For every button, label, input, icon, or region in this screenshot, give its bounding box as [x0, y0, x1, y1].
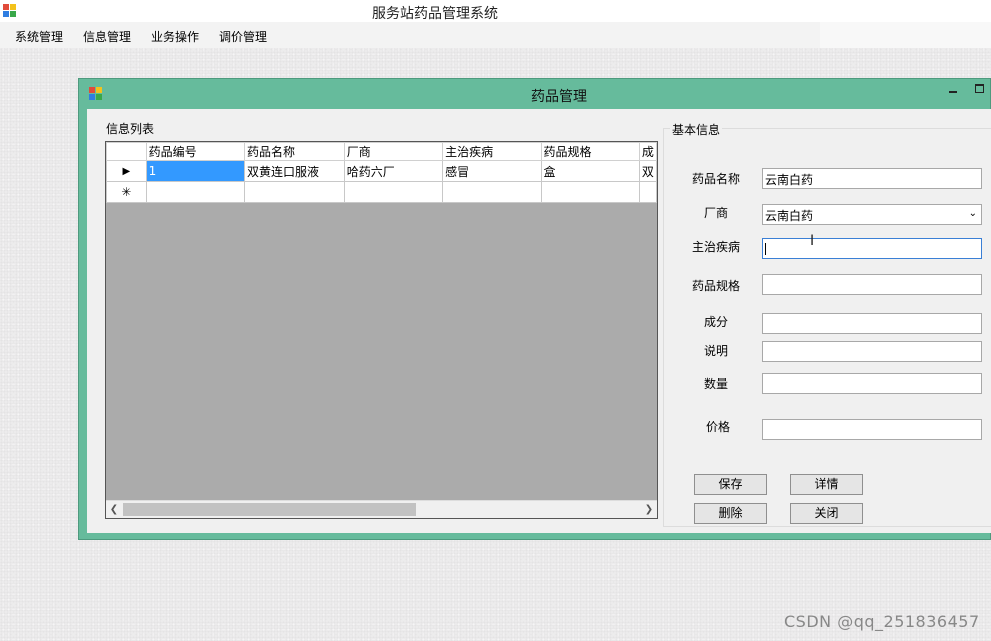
quantity-field[interactable] — [762, 373, 982, 394]
scroll-right-icon[interactable]: ❯ — [642, 503, 656, 516]
menu-bar: 系统管理 信息管理 业务操作 调价管理 — [0, 22, 820, 48]
grid-corner — [106, 142, 147, 161]
menu-price[interactable]: 调价管理 — [219, 28, 267, 45]
maximize-icon[interactable] — [975, 84, 984, 93]
menu-info[interactable]: 信息管理 — [83, 28, 131, 45]
price-label: 价格 — [706, 420, 731, 434]
main-titlebar: 服务站药品管理系统 — [0, 0, 991, 22]
ingredients-field[interactable] — [762, 313, 982, 334]
delete-button[interactable]: 删除 — [694, 503, 767, 524]
maker-select[interactable]: 云南白药 ⌄ — [762, 204, 982, 225]
chevron-down-icon[interactable]: ⌄ — [969, 208, 977, 219]
price-field[interactable] — [762, 419, 982, 440]
window-title: 药品管理 — [531, 89, 587, 105]
grid-cell[interactable]: 1 — [145, 160, 246, 182]
save-button[interactable]: 保存 — [694, 474, 767, 495]
grid-cell[interactable] — [145, 181, 246, 203]
text-caret — [765, 243, 766, 255]
spec-label: 药品规格 — [692, 279, 741, 293]
scroll-thumb[interactable] — [123, 503, 416, 516]
app-title: 服务站药品管理系统 — [372, 6, 498, 22]
grid-cell[interactable]: 双黄连口服液 — [244, 160, 345, 182]
grid-cell[interactable] — [442, 181, 542, 203]
grid-cell[interactable]: 盒 — [540, 160, 640, 182]
maker-select-value: 云南白药 — [765, 209, 814, 223]
menu-bar-extension — [820, 22, 991, 48]
spec-field[interactable] — [762, 274, 982, 295]
column-header[interactable]: 药品名称 — [244, 142, 345, 161]
table-row[interactable]: ▶ 1 双黄连口服液 哈药六厂 感冒 盒 双 — [106, 160, 657, 182]
name-field[interactable]: 云南白药 — [762, 168, 982, 189]
disease-label: 主治疾病 — [692, 240, 741, 254]
menu-system[interactable]: 系统管理 — [15, 28, 63, 45]
column-header[interactable]: 药品编号 — [145, 142, 246, 161]
table-row-new[interactable]: ✳ — [106, 181, 657, 203]
menu-business[interactable]: 业务操作 — [151, 28, 199, 45]
quantity-label: 数量 — [704, 377, 729, 391]
description-label: 说明 — [704, 344, 729, 358]
column-header[interactable]: 厂商 — [343, 142, 444, 161]
column-header[interactable]: 主治疾病 — [442, 142, 542, 161]
drug-management-window: 药品管理 信息列表 药品编号 药品名称 厂商 主治疾病 药品规格 成 ▶ 1 双… — [78, 78, 991, 540]
column-header[interactable]: 成 — [638, 142, 657, 161]
window-client-area: 信息列表 药品编号 药品名称 厂商 主治疾病 药品规格 成 ▶ 1 双黄连口服液… — [87, 109, 991, 533]
row-indicator-icon[interactable]: ▶ — [106, 160, 147, 182]
watermark-text: CSDN @qq_251836457 — [784, 612, 980, 631]
description-field[interactable] — [762, 341, 982, 362]
list-group-label: 信息列表 — [105, 120, 156, 137]
details-button[interactable]: 详情 — [790, 474, 863, 495]
ingredients-label: 成分 — [704, 315, 729, 329]
maker-label: 厂商 — [704, 206, 729, 220]
grid-cell[interactable] — [244, 181, 345, 203]
info-group-label: 基本信息 — [670, 121, 723, 138]
grid-cell[interactable]: 哈药六厂 — [343, 160, 444, 182]
grid-cell[interactable] — [343, 181, 444, 203]
grid-cell[interactable]: 感冒 — [442, 160, 542, 182]
name-label: 药品名称 — [692, 172, 741, 186]
column-header[interactable]: 药品规格 — [540, 142, 640, 161]
drug-data-grid[interactable]: 药品编号 药品名称 厂商 主治疾病 药品规格 成 ▶ 1 双黄连口服液 哈药六厂… — [105, 141, 658, 519]
grid-cell[interactable]: 双 — [638, 160, 657, 182]
grid-cell[interactable] — [638, 181, 657, 203]
scroll-left-icon[interactable]: ❮ — [107, 503, 121, 516]
minimize-icon[interactable] — [949, 91, 957, 93]
window-icon — [89, 87, 102, 100]
grid-cell[interactable] — [540, 181, 640, 203]
grid-header-row: 药品编号 药品名称 厂商 主治疾病 药品规格 成 — [106, 142, 657, 161]
new-row-icon[interactable]: ✳ — [106, 181, 147, 203]
disease-field[interactable] — [762, 238, 982, 259]
mouse-ibeam-icon: I — [810, 233, 815, 249]
horizontal-scrollbar[interactable]: ❮ ❯ — [106, 500, 657, 518]
close-button[interactable]: 关闭 — [790, 503, 863, 524]
